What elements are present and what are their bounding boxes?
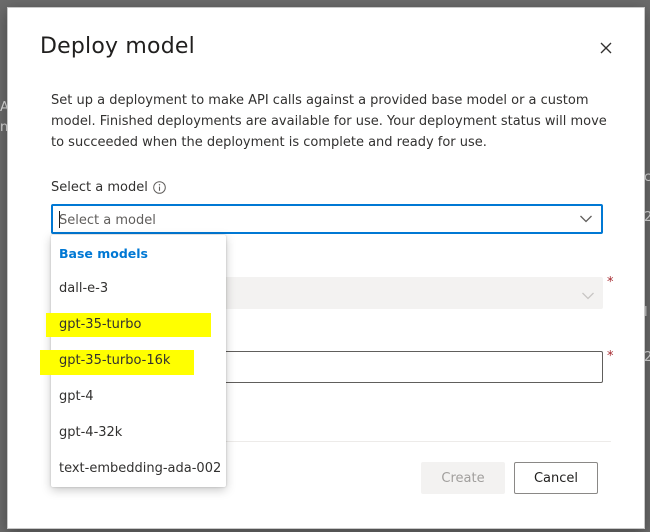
option-label: text-embedding-ada-002 xyxy=(59,461,222,476)
required-marker: * xyxy=(607,275,614,290)
option-label: gpt-35-turbo xyxy=(59,317,142,332)
model-field-label: Select a model xyxy=(51,180,166,195)
model-select-chevron[interactable] xyxy=(571,206,601,232)
cancel-button[interactable]: Cancel xyxy=(514,462,598,494)
model-select[interactable] xyxy=(51,204,603,234)
option-gpt-4[interactable]: gpt-4 xyxy=(51,381,226,413)
chevron-down-icon xyxy=(580,215,592,223)
model-dropdown-list: Base models dall-e-3 gpt-35-turbo gpt-35… xyxy=(40,235,226,487)
required-marker: * xyxy=(607,349,614,364)
option-label: gpt-4-32k xyxy=(59,425,123,440)
create-button[interactable]: Create xyxy=(421,462,505,494)
dialog-description: Set up a deployment to make API calls ag… xyxy=(51,93,607,150)
model-field-label-text: Select a model xyxy=(51,180,148,195)
dropdown-group-header: Base models xyxy=(59,246,148,261)
close-button[interactable] xyxy=(594,36,618,60)
option-gpt-35-turbo-16k[interactable]: gpt-35-turbo-16k xyxy=(40,345,226,377)
option-text-embedding-ada-002[interactable]: text-embedding-ada-002 xyxy=(51,453,226,485)
option-label: dall-e-3 xyxy=(59,281,109,296)
option-dall-e-3[interactable]: dall-e-3 xyxy=(51,273,226,305)
model-search-input[interactable] xyxy=(59,210,559,230)
option-gpt-35-turbo[interactable]: gpt-35-turbo xyxy=(46,309,226,341)
option-label: gpt-4 xyxy=(59,389,94,404)
deploy-model-dialog: Deploy model Set up a deployment to make… xyxy=(7,7,645,529)
dialog-title: Deploy model xyxy=(40,34,195,59)
close-icon xyxy=(600,42,612,54)
chevron-down-icon xyxy=(582,292,594,300)
option-label: gpt-35-turbo-16k xyxy=(59,353,171,368)
option-gpt-4-32k[interactable]: gpt-4-32k xyxy=(51,417,226,449)
info-icon[interactable] xyxy=(153,181,166,194)
